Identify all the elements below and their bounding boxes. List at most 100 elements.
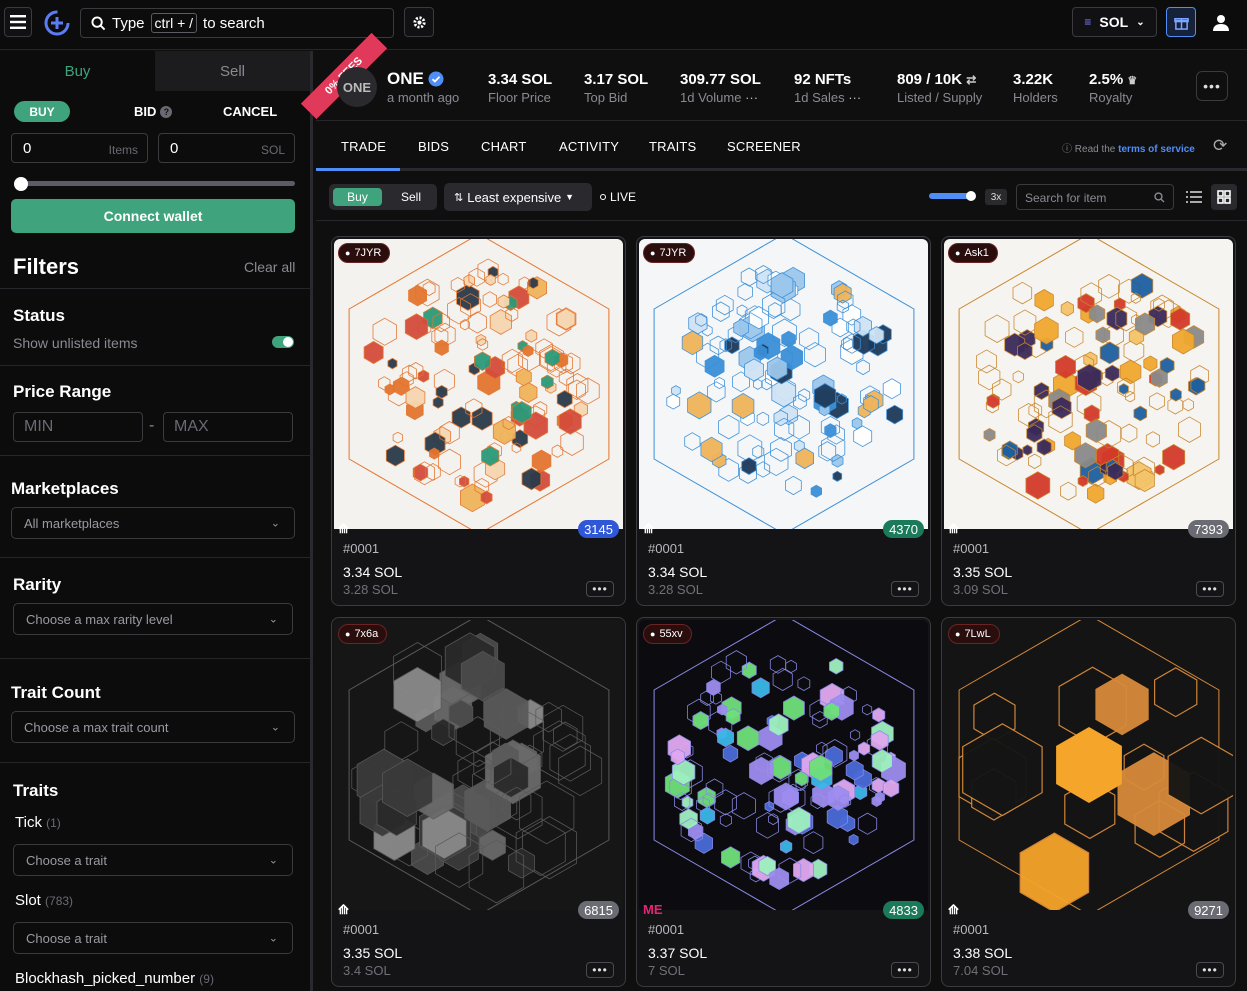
zoom-slider-handle[interactable] <box>966 191 976 201</box>
min-price-input[interactable]: MIN <box>13 412 143 442</box>
toggle-buy[interactable]: Buy <box>333 188 382 206</box>
tab-screener[interactable]: SCREENER <box>727 139 801 154</box>
refresh-button[interactable]: ⟳ <box>1213 136 1233 156</box>
tos-link[interactable]: terms of service <box>1118 144 1195 155</box>
stat-label-text: 1d Volume <box>680 90 742 105</box>
item-price: 3.35 SOL <box>343 945 403 961</box>
verified-icon <box>428 71 444 87</box>
chevron-down-icon: ⌄ <box>268 932 278 945</box>
order-type-cancel[interactable]: CANCEL <box>223 104 277 119</box>
tos-prefix: Read the <box>1074 144 1116 155</box>
collection-more-button[interactable]: ••• <box>1196 71 1228 101</box>
item-more-button[interactable]: ••• <box>586 581 614 597</box>
clear-all-button[interactable]: Clear all <box>244 259 295 275</box>
quantity-slider-handle[interactable] <box>14 177 28 191</box>
trait-tick-select[interactable]: Choose a trait ⌄ <box>13 844 293 876</box>
item-search-input[interactable]: Search for item <box>1016 184 1174 210</box>
chevron-down-icon: ⌄ <box>1136 16 1145 28</box>
nft-artwork-icon <box>639 239 928 529</box>
order-type-bid[interactable]: BID ? <box>134 104 173 119</box>
trait-slot-select[interactable]: Choose a trait ⌄ <box>13 922 293 954</box>
currency-select[interactable]: ≡ SOL ⌄ <box>1072 7 1157 37</box>
chevron-down-icon: ⌄ <box>268 613 278 626</box>
max-price-input[interactable]: MAX <box>163 412 293 442</box>
nft-image[interactable] <box>639 620 928 910</box>
tensor-icon: ⟰ <box>948 902 959 917</box>
owner-badge[interactable]: ● 7x6a <box>338 624 388 644</box>
connect-wallet-button[interactable]: Connect wallet <box>11 199 295 233</box>
nft-card[interactable]: ● 7JYR ⟰ 4370 #0001 3.34 SOL 3.28 SOL ••… <box>636 236 931 606</box>
order-type-buy[interactable]: BUY <box>14 101 70 122</box>
search-shortcut: ctrl + / <box>150 13 198 33</box>
list-view-button[interactable] <box>1184 187 1204 207</box>
tab-chart[interactable]: CHART <box>481 139 527 154</box>
trait-slot-placeholder: Choose a trait <box>26 930 107 946</box>
owner-badge[interactable]: ● 7JYR <box>338 243 391 263</box>
item-number: #0001 <box>648 541 685 556</box>
nft-card[interactable]: ● 7LwL ⟰ 9271 #0001 3.38 SOL 7.04 SOL ••… <box>941 617 1236 987</box>
owner-badge[interactable]: ● 7LwL <box>948 624 1000 644</box>
item-last-price: 3.28 SOL <box>343 582 398 597</box>
item-more-button[interactable]: ••• <box>1196 962 1224 978</box>
owner-badge[interactable]: ● Ask1 <box>948 243 998 263</box>
nft-card[interactable]: ● Ask1 ⟰ 7393 #0001 3.35 SOL 3.09 SOL ••… <box>941 236 1236 606</box>
item-more-button[interactable]: ••• <box>1196 581 1224 597</box>
owner-badge[interactable]: ● 55xv <box>643 624 692 644</box>
item-more-button[interactable]: ••• <box>891 581 919 597</box>
tab-trade[interactable]: TRADE <box>341 139 386 154</box>
live-indicator[interactable]: LIVE <box>600 190 636 204</box>
trait-count: (1) <box>46 816 61 830</box>
settings-button[interactable] <box>404 7 434 37</box>
more-icon[interactable]: ··· <box>848 90 861 105</box>
nft-image[interactable] <box>944 620 1233 910</box>
stat-floor-price: 3.34 SOL Floor Price <box>488 71 552 105</box>
stat-volume[interactable]: 309.77 SOL 1d Volume ··· <box>680 71 761 105</box>
rarity-rank-badge: 4833 <box>883 901 924 919</box>
divider <box>0 762 313 763</box>
menu-button[interactable] <box>4 7 32 37</box>
items-input[interactable]: 0 Items <box>11 133 148 163</box>
traits-title: Traits <box>13 781 59 800</box>
search-icon <box>91 15 106 30</box>
tab-buy[interactable]: Buy <box>0 51 155 91</box>
sol-input[interactable]: 0 SOL <box>158 133 295 163</box>
tab-activity[interactable]: ACTIVITY <box>559 139 619 154</box>
item-more-button[interactable]: ••• <box>586 962 614 978</box>
nft-card[interactable]: ● 55xv ME 4833 #0001 3.37 SOL 7 SOL ••• <box>636 617 931 987</box>
tab-bids[interactable]: BIDS <box>418 139 449 154</box>
show-unlisted-toggle[interactable] <box>272 336 294 348</box>
refresh-small-icon: ⇄ <box>966 73 977 87</box>
global-search-input[interactable]: Type ctrl + / to search <box>80 8 394 38</box>
sort-select[interactable]: ⇅ Least expensive ▼ <box>444 183 592 211</box>
owner-badge[interactable]: ● 7JYR <box>643 243 696 263</box>
divider <box>0 557 313 558</box>
toggle-sell[interactable]: Sell <box>391 188 431 206</box>
rarity-select[interactable]: Choose a max rarity level ⌄ <box>13 603 293 635</box>
nft-image[interactable] <box>334 620 623 910</box>
grid-view-button[interactable] <box>1211 184 1237 210</box>
stat-value: 3.22K <box>1013 71 1054 88</box>
sol-unit: SOL <box>260 143 285 157</box>
tabs-underline <box>316 168 1247 171</box>
search-suffix: to search <box>203 14 265 32</box>
more-icon[interactable]: ··· <box>745 90 758 105</box>
stat-sales[interactable]: 92 NFTs 1d Sales ··· <box>794 71 861 105</box>
sol-value: 0 <box>170 140 179 157</box>
nft-card[interactable]: ● 7JYR ⟰ 3145 #0001 3.34 SOL 3.28 SOL ••… <box>331 236 626 606</box>
item-more-button[interactable]: ••• <box>891 962 919 978</box>
tab-sell[interactable]: Sell <box>155 51 310 91</box>
trait-count-select[interactable]: Choose a max trait count ⌄ <box>11 711 295 743</box>
tab-traits[interactable]: TRAITS <box>649 139 696 154</box>
user-icon: ● <box>955 629 961 639</box>
profile-button[interactable] <box>1207 8 1235 36</box>
rewards-button[interactable] <box>1166 7 1196 37</box>
nft-card[interactable]: ● 7x6a ⟰ 6815 #0001 3.35 SOL 3.4 SOL ••• <box>331 617 626 987</box>
collection-name[interactable]: ONE <box>387 69 444 89</box>
marketplaces-select[interactable]: All marketplaces ⌄ <box>11 507 295 539</box>
site-logo[interactable] <box>42 8 72 38</box>
nft-image[interactable] <box>944 239 1233 529</box>
quantity-slider-track[interactable] <box>16 181 295 186</box>
nft-image[interactable] <box>334 239 623 529</box>
nft-image[interactable] <box>639 239 928 529</box>
divider <box>0 288 313 289</box>
